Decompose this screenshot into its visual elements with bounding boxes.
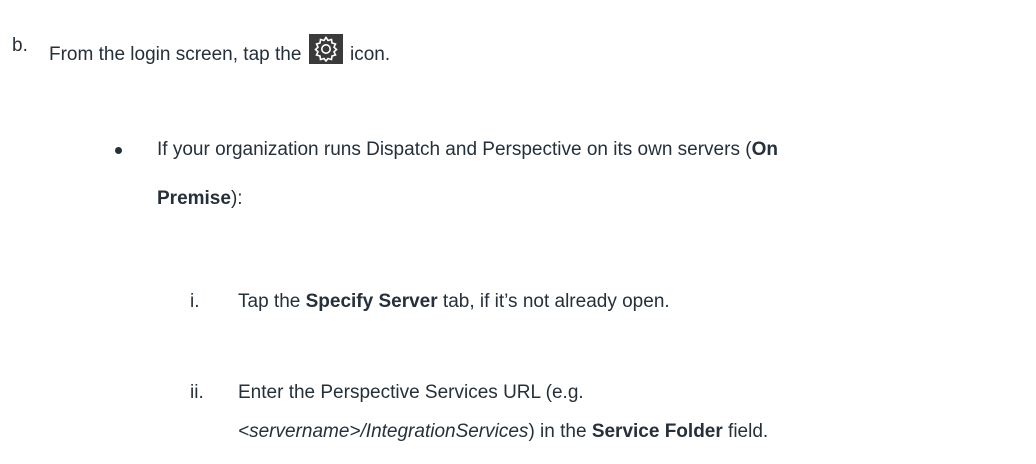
- bullet-bold-1: On: [751, 139, 778, 160]
- step-marker-b: b.: [12, 35, 28, 56]
- bullet-bold-2: Premise: [157, 188, 231, 209]
- sub-i-text: Tap the Specify Server tab, if it’s not …: [238, 290, 670, 314]
- bullet-line-1: If your organization runs Dispatch and P…: [157, 138, 778, 162]
- sub-ii-text-3: field.: [728, 421, 769, 442]
- sub-i-bold: Specify Server: [305, 291, 438, 312]
- sub-i-text-2: tab, if it’s not already open.: [442, 291, 670, 312]
- step-b-text-before: From the login screen, tap the: [49, 44, 302, 65]
- bullet-text-2: ):: [230, 188, 243, 209]
- sub-ii-text-2: ) in the: [528, 421, 587, 442]
- step-b-text-after: icon.: [349, 44, 391, 65]
- step-b-text: From the login screen, tap the icon.: [49, 34, 390, 67]
- bullet-line-2: Premise):: [157, 187, 243, 211]
- bullet-dot: [115, 147, 122, 154]
- sub-ii-line-1: Enter the Perspective Services URL (e.g.: [238, 382, 584, 403]
- sub-ii-bold: Service Folder: [591, 421, 723, 442]
- bullet-text-1: If your organization runs Dispatch and P…: [157, 139, 752, 160]
- sub-marker-ii: ii.: [190, 382, 204, 403]
- sub-ii-line-2: <servername>/IntegrationServices) in the…: [238, 420, 768, 444]
- sub-i-text-1: Tap the: [238, 291, 301, 312]
- gear-icon: [308, 34, 343, 64]
- sub-marker-i: i.: [190, 291, 200, 312]
- sub-ii-italic: <servername>/IntegrationServices: [238, 421, 529, 442]
